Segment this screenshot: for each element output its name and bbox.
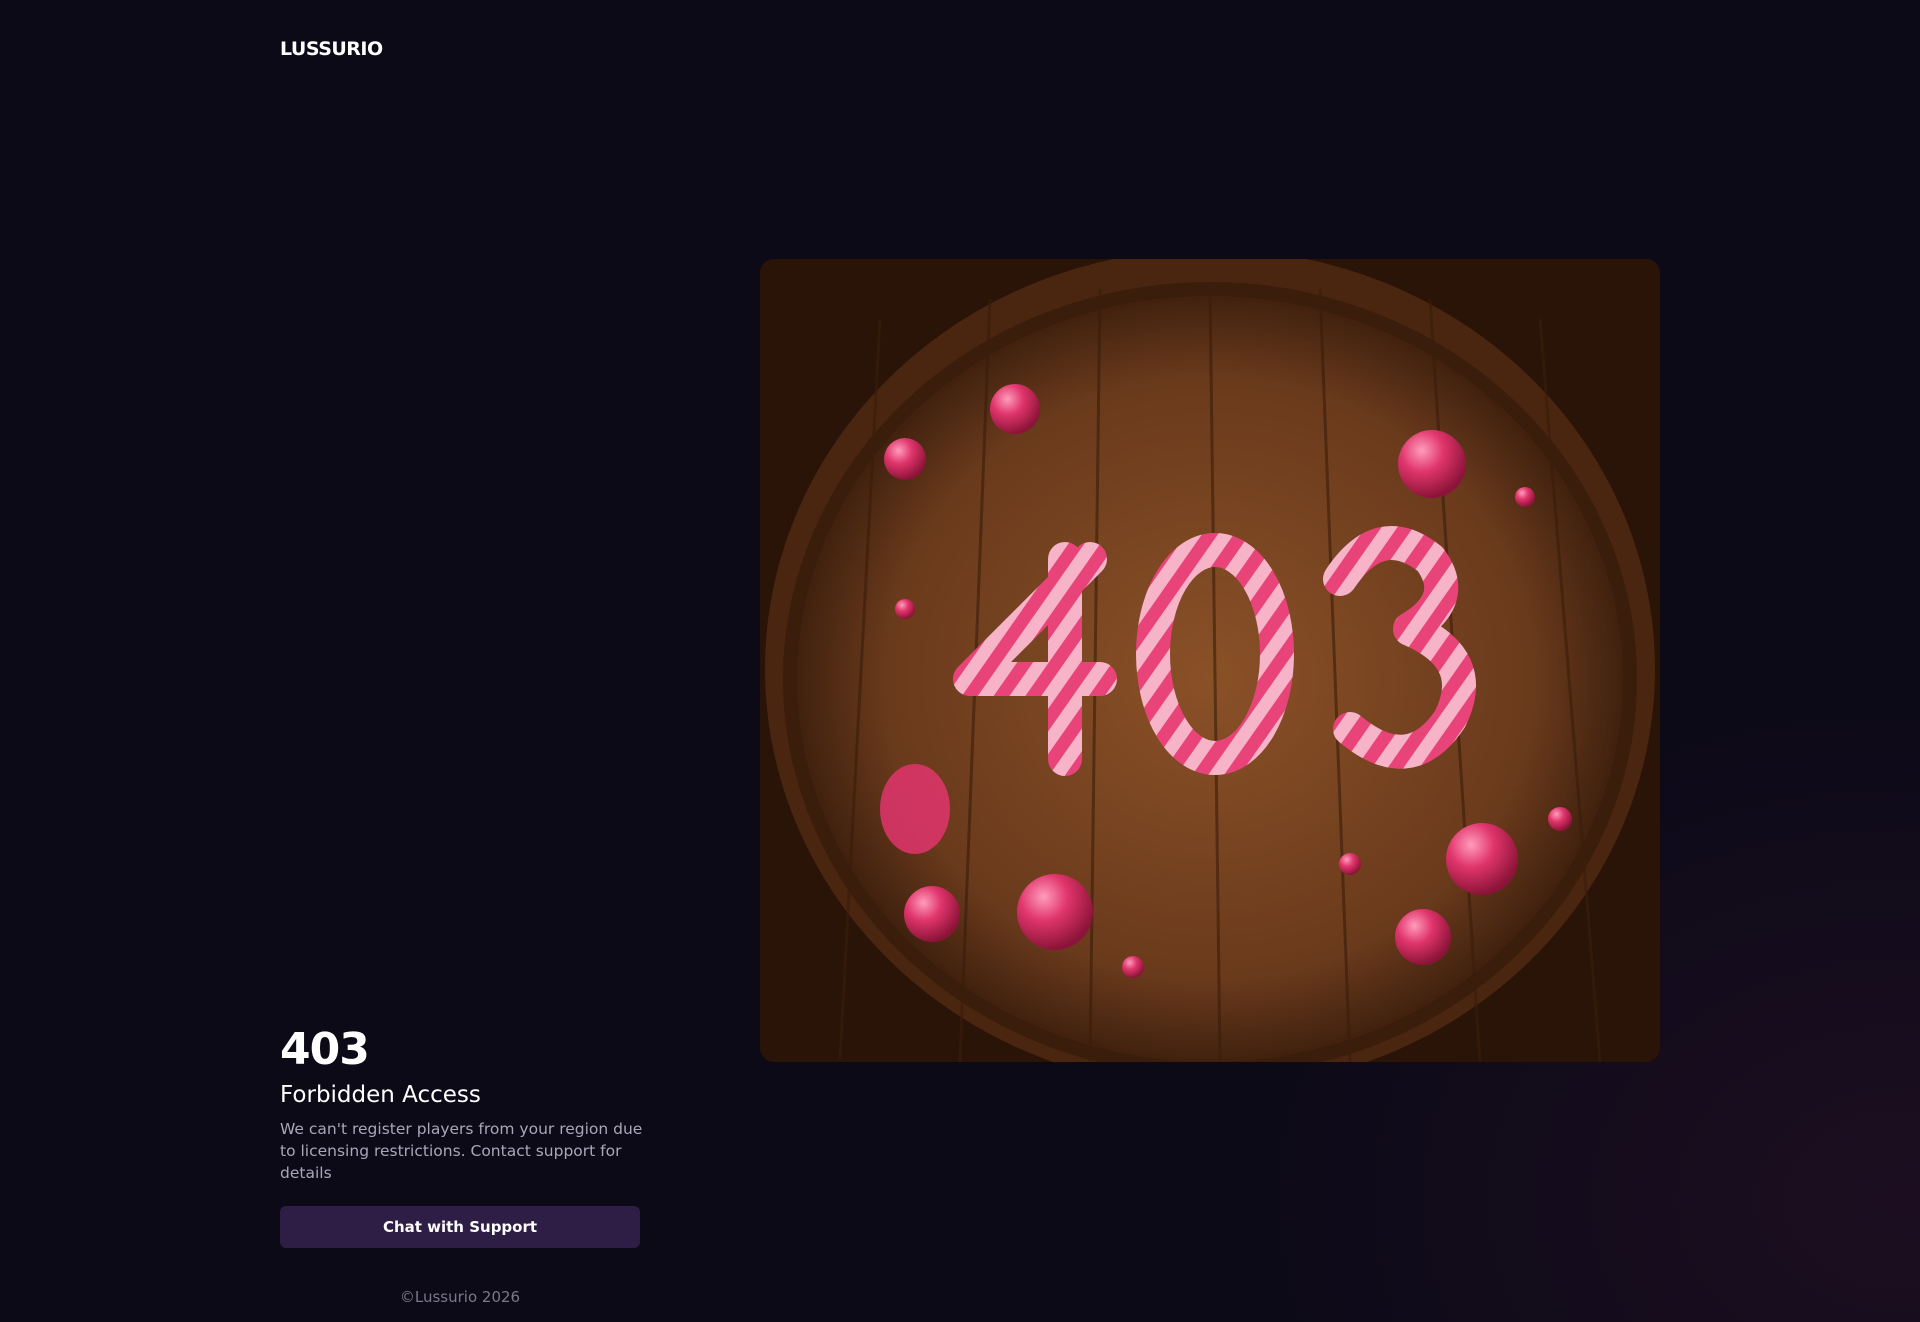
candy-403-illustration bbox=[760, 259, 1660, 1062]
error-description: We can't register players from your regi… bbox=[280, 1120, 643, 1182]
copyright-text: ©Lussurio 2026 bbox=[399, 1288, 521, 1306]
error-code: 403 bbox=[280, 1024, 370, 1075]
chat-with-support-button[interactable]: Chat with Support bbox=[280, 1206, 640, 1248]
error-title: Forbidden Access bbox=[280, 1082, 481, 1108]
logo[interactable]: LUSSURIO bbox=[280, 38, 383, 60]
hero-image bbox=[760, 259, 1660, 1062]
